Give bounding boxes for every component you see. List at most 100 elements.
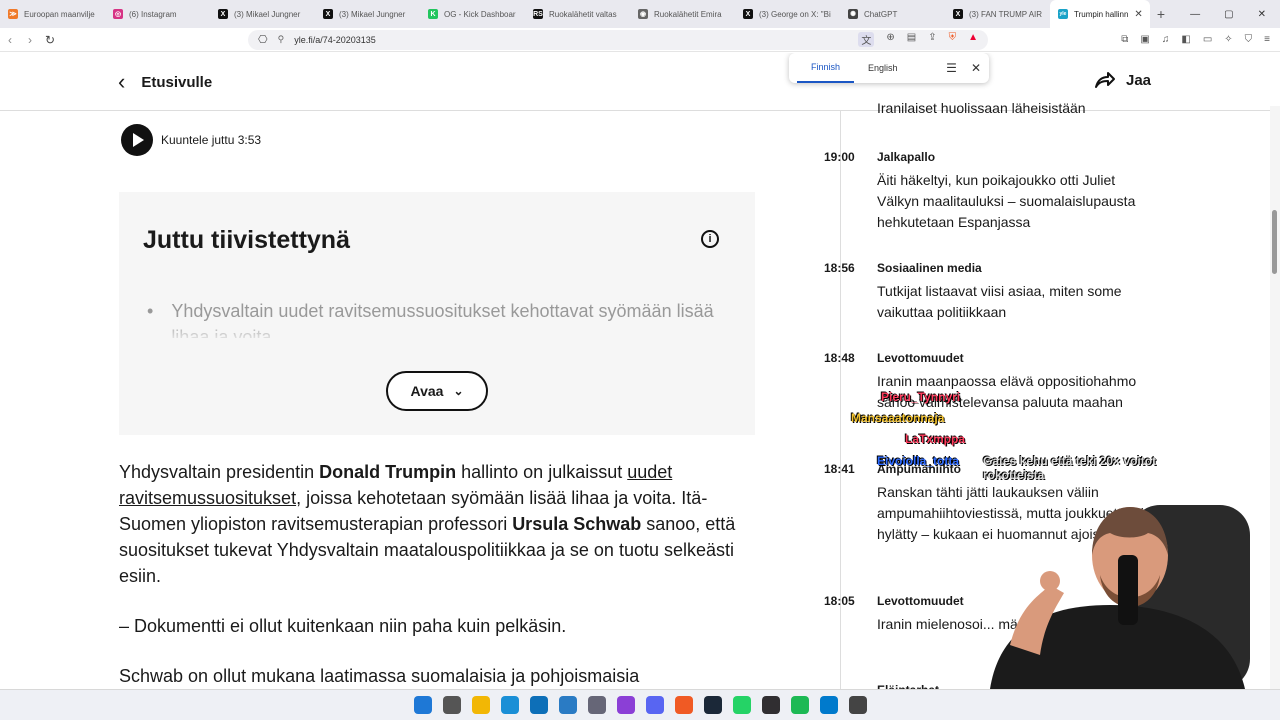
minimize-icon[interactable]: — (1190, 9, 1200, 20)
browser-tab[interactable]: ✺ ChatGPT (840, 0, 945, 28)
summary-fade (119, 320, 755, 344)
article-paragraph: Schwab on ollut mukana laatimassa suomal… (119, 666, 640, 686)
whatsapp-icon[interactable] (732, 696, 751, 714)
lang-english-tab[interactable]: English (854, 53, 912, 83)
brave-shield-icon[interactable]: ⛨ (949, 32, 957, 47)
browser-tab[interactable]: X (3) FAN TRUMP AIR (945, 0, 1050, 28)
listen-label: Kuuntele juttu 3:53 (161, 133, 262, 147)
tab-label: ChatGPT (864, 9, 898, 19)
browser-tab[interactable]: X (3) Mikael Jungner (210, 0, 315, 28)
play-icon[interactable] (121, 124, 153, 156)
browser-tab[interactable]: X (3) Mikael Jungner (315, 0, 420, 28)
close-tab-icon[interactable]: ✕ (1134, 9, 1142, 20)
listen-player[interactable]: Kuuntele juttu 3:53 (121, 124, 261, 156)
reader-icon[interactable]: ▤ (907, 32, 916, 47)
translate-icon[interactable]: 文 (858, 32, 875, 47)
open-summary-button[interactable]: Avaa ⌄ (386, 371, 488, 411)
browser-tab[interactable]: ≫ Euroopan maanvilje (0, 0, 105, 28)
chat-username: Pieru_Tynnyri (881, 390, 961, 404)
browser-tab[interactable]: K OG - Kick Dashboar (420, 0, 525, 28)
spotify-icon[interactable] (790, 696, 809, 714)
zoom-icon[interactable]: ⊕ (886, 32, 894, 47)
site-info-icon[interactable]: ⚲ (278, 34, 285, 45)
podcast-icon[interactable] (616, 696, 635, 714)
forward-arrow-icon[interactable]: › (20, 33, 40, 47)
media-icon[interactable]: ♫ (1162, 34, 1170, 45)
tab-favicon-icon: RS (533, 9, 543, 19)
windows-icon[interactable] (413, 696, 432, 714)
maximize-icon[interactable]: ▢ (1224, 9, 1233, 20)
sidebar-icon[interactable]: ▣ (1140, 34, 1149, 45)
discord-icon[interactable] (645, 696, 664, 714)
scrollbar[interactable] (1270, 106, 1280, 689)
options-menu-icon[interactable]: ☰ (946, 61, 957, 75)
feed-partial-headline[interactable]: Iranilaiset huolissaan läheisistään (877, 100, 1086, 116)
tab-favicon-icon: X (953, 9, 963, 19)
files-icon[interactable] (471, 696, 490, 714)
obs-icon[interactable] (761, 696, 780, 714)
chat-username: Eivoiolla_totta (877, 454, 960, 468)
menu-icon[interactable]: ≡ (1264, 34, 1270, 45)
article-paragraph: – Dokumentti ei ollut kuitenkaan niin pa… (119, 616, 567, 636)
browser-tab[interactable]: X (3) George on X: "Bi (735, 0, 840, 28)
back-arrow-icon[interactable]: ‹ (0, 33, 20, 47)
bookmark-icon[interactable]: ⎔ (258, 33, 268, 46)
browser-toolbar: ‹ › ↻ ⎔ ⚲ yle.fi/a/74-20203135 文 ⊕ ▤ ⇪ ⛨… (0, 28, 1280, 52)
reload-icon[interactable]: ↻ (40, 33, 60, 47)
tab-label: Ruokalähetit valtas (549, 9, 617, 19)
settings-icon[interactable] (587, 696, 606, 714)
feed-time: 18:48 (824, 351, 855, 365)
info-icon[interactable]: i (701, 230, 719, 248)
share-page-icon[interactable]: ⇪ (928, 32, 936, 47)
browser-tab[interactable]: RS Ruokalähetit valtas (525, 0, 630, 28)
panel-icon[interactable]: ◧ (1181, 34, 1190, 45)
translate-popup: Finnish English ☰ ✕ (789, 53, 989, 83)
new-tab-icon[interactable]: + (1150, 6, 1172, 22)
chat-username: Mansaaatonnaja (851, 411, 945, 425)
browser-tab[interactable]: ◉ Ruokalähetit Emira (630, 0, 735, 28)
extensions-icon[interactable]: ⧉ (1121, 34, 1128, 45)
tab-label: (3) Mikael Jungner (234, 9, 301, 19)
code-icon[interactable] (819, 696, 838, 714)
address-bar[interactable]: ⎔ ⚲ yle.fi/a/74-20203135 文 ⊕ ▤ ⇪ ⛨ ▲ (248, 29, 988, 50)
scrollbar-thumb[interactable] (1272, 210, 1277, 274)
back-link[interactable]: ‹ Etusivulle (118, 71, 212, 93)
feed-time: 18:41 (824, 462, 855, 476)
tab-label: Ruokalähetit Emira (654, 9, 722, 19)
browser-tab[interactable]: ◎ (6) Instagram (105, 0, 210, 28)
share-button[interactable]: Jaa (1094, 71, 1151, 89)
close-window-icon[interactable]: ✕ (1258, 9, 1266, 20)
tab-favicon-icon: K (428, 9, 438, 19)
rewards-icon[interactable]: ▲ (968, 32, 978, 47)
text-span: hallinto on julkaissut (456, 462, 628, 482)
open-label: Avaa (410, 383, 444, 399)
edge-icon[interactable] (500, 696, 519, 714)
article-body: Yhdysvaltain presidentin Donald Trumpin … (119, 459, 759, 689)
steam-icon[interactable] (703, 696, 722, 714)
calculator-icon[interactable] (848, 696, 867, 714)
chevron-left-icon: ‹ (118, 69, 126, 94)
feed-category: Levottomuudet (877, 594, 964, 608)
brave-icon[interactable] (674, 696, 693, 714)
leo-icon[interactable]: ✧ (1224, 34, 1232, 45)
text-span: Yhdysvaltain presidentin (119, 462, 320, 482)
tab-favicon-icon: X (743, 9, 753, 19)
store-icon[interactable] (529, 696, 548, 714)
search-icon[interactable] (442, 696, 461, 714)
share-icon (1095, 72, 1115, 88)
lang-finnish-tab[interactable]: Finnish (797, 53, 855, 83)
feed-headline: Tutkijat listaavat viisi asiaa, miten so… (877, 283, 1122, 320)
taskbar (0, 689, 1280, 720)
vpn-icon[interactable]: ⛉ (1245, 34, 1253, 45)
tab-favicon-icon: X (323, 9, 333, 19)
close-icon[interactable]: ✕ (971, 61, 981, 75)
wallet-icon[interactable]: ▭ (1203, 34, 1212, 45)
back-label: Etusivulle (141, 73, 213, 91)
chat-username: LaTxmppa (905, 432, 966, 446)
tab-favicon-icon: yle (1058, 9, 1068, 19)
tab-label: Euroopan maanvilje (24, 9, 95, 19)
url-text[interactable]: yle.fi/a/74-20203135 (294, 35, 376, 45)
active-browser-tab[interactable]: yle Trumpin hallinn ✕ (1050, 0, 1150, 28)
tab-favicon-icon: ≫ (8, 9, 18, 19)
vscode-icon[interactable] (558, 696, 577, 714)
